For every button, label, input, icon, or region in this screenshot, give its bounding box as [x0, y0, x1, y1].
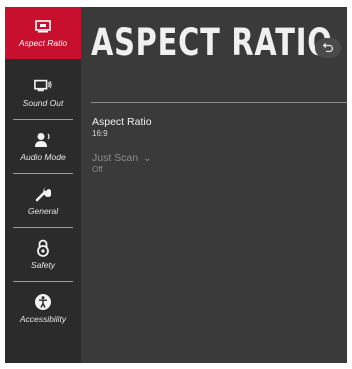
back-button[interactable] — [315, 38, 341, 58]
accessibility-icon — [34, 294, 52, 310]
back-arrow-icon — [322, 39, 334, 57]
sidebar-item-label: Aspect Ratio — [18, 38, 68, 48]
sidebar-divider — [13, 119, 73, 120]
page-title: ASPECT RATIO — [91, 21, 333, 64]
wrench-icon — [34, 186, 52, 202]
option-value: 16:9 — [92, 129, 108, 138]
sidebar-item-label: General — [27, 206, 59, 216]
lock-icon — [34, 239, 52, 257]
option-name-row: Just Scan ⌄ — [92, 152, 151, 164]
sidebar-item-general[interactable]: General — [5, 175, 81, 227]
option-name: Just Scan — [92, 152, 139, 164]
sidebar-divider — [13, 281, 73, 282]
sidebar-item-label: Accessibility — [19, 314, 67, 324]
sidebar-divider — [13, 173, 73, 174]
sidebar-item-label: Safety — [30, 260, 56, 270]
sidebar-item-audio-mode[interactable]: Audio Mode — [5, 121, 81, 173]
sidebar-item-label: Sound Out — [22, 98, 64, 108]
title-divider — [91, 102, 347, 103]
option-name: Aspect Ratio — [92, 116, 152, 128]
sidebar-item-accessibility[interactable]: Accessibility — [5, 283, 81, 335]
sidebar-divider — [13, 227, 73, 228]
option-value: Off — [92, 165, 103, 174]
sidebar-item-label: Audio Mode — [20, 152, 66, 162]
settings-sidebar: Aspect Ratio Sound Out Audio Mode Genera… — [5, 7, 81, 363]
sidebar-item-sound-out[interactable]: Sound Out — [5, 67, 81, 119]
sidebar-item-safety[interactable]: Safety — [5, 229, 81, 281]
tv-speaker-icon — [34, 78, 52, 94]
sidebar-item-aspect-ratio[interactable]: Aspect Ratio — [5, 7, 81, 59]
settings-panel: ASPECT RATIO Aspect Ratio 16:9 Just Scan… — [81, 7, 347, 363]
tv-settings-screen: Aspect Ratio Sound Out Audio Mode Genera… — [0, 0, 352, 369]
aspect-ratio-icon — [34, 18, 52, 34]
person-audio-icon — [34, 132, 52, 148]
chevron-down-icon: ⌄ — [143, 153, 152, 164]
